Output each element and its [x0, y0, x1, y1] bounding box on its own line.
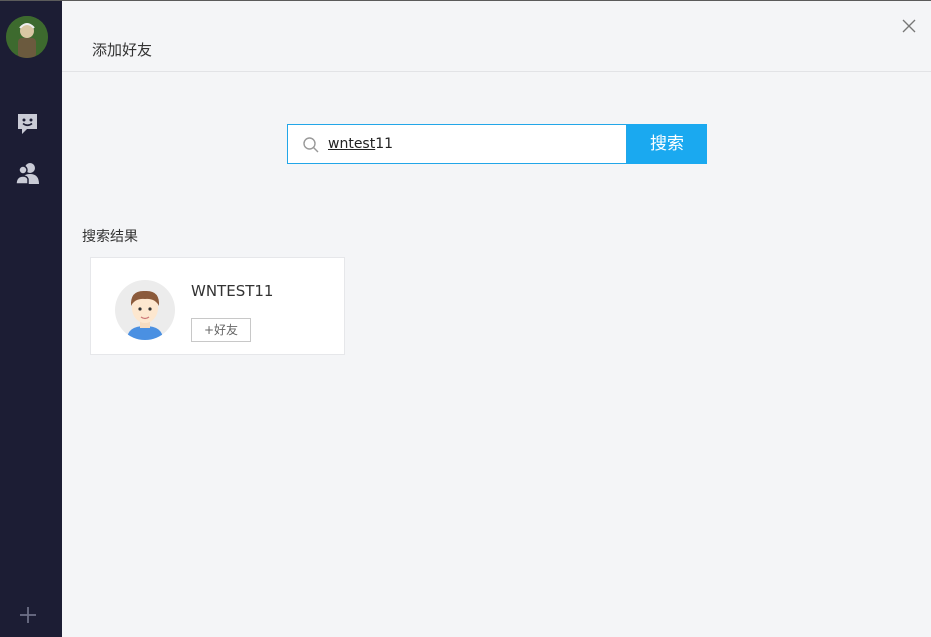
app-window: 添加好友 wntest11 搜索 搜索结果 WNTEST11 +好友	[0, 0, 931, 637]
search-icon	[302, 136, 320, 154]
avatar-image	[6, 16, 48, 58]
result-avatar	[115, 280, 175, 340]
chat-icon[interactable]	[15, 111, 41, 137]
header: 添加好友	[62, 1, 931, 72]
close-icon[interactable]	[901, 18, 917, 34]
search-value-rest: 11	[375, 136, 394, 152]
results-label: 搜索结果	[82, 229, 138, 245]
user-avatar[interactable]	[6, 16, 48, 58]
search-input[interactable]: wntest11	[328, 136, 393, 152]
search-box[interactable]: wntest11	[287, 124, 627, 164]
contacts-icon[interactable]	[15, 161, 41, 187]
result-name: WNTEST11	[191, 282, 274, 300]
result-card: WNTEST11 +好友	[90, 257, 345, 355]
search-value-underlined: wntest	[328, 136, 376, 152]
add-icon[interactable]	[16, 603, 42, 629]
add-friend-button[interactable]: +好友	[191, 318, 251, 342]
page-title: 添加好友	[92, 41, 153, 59]
main-panel: 添加好友 wntest11 搜索 搜索结果 WNTEST11 +好友	[62, 1, 931, 637]
search-button[interactable]: 搜索	[627, 124, 707, 164]
sidebar	[0, 1, 62, 637]
